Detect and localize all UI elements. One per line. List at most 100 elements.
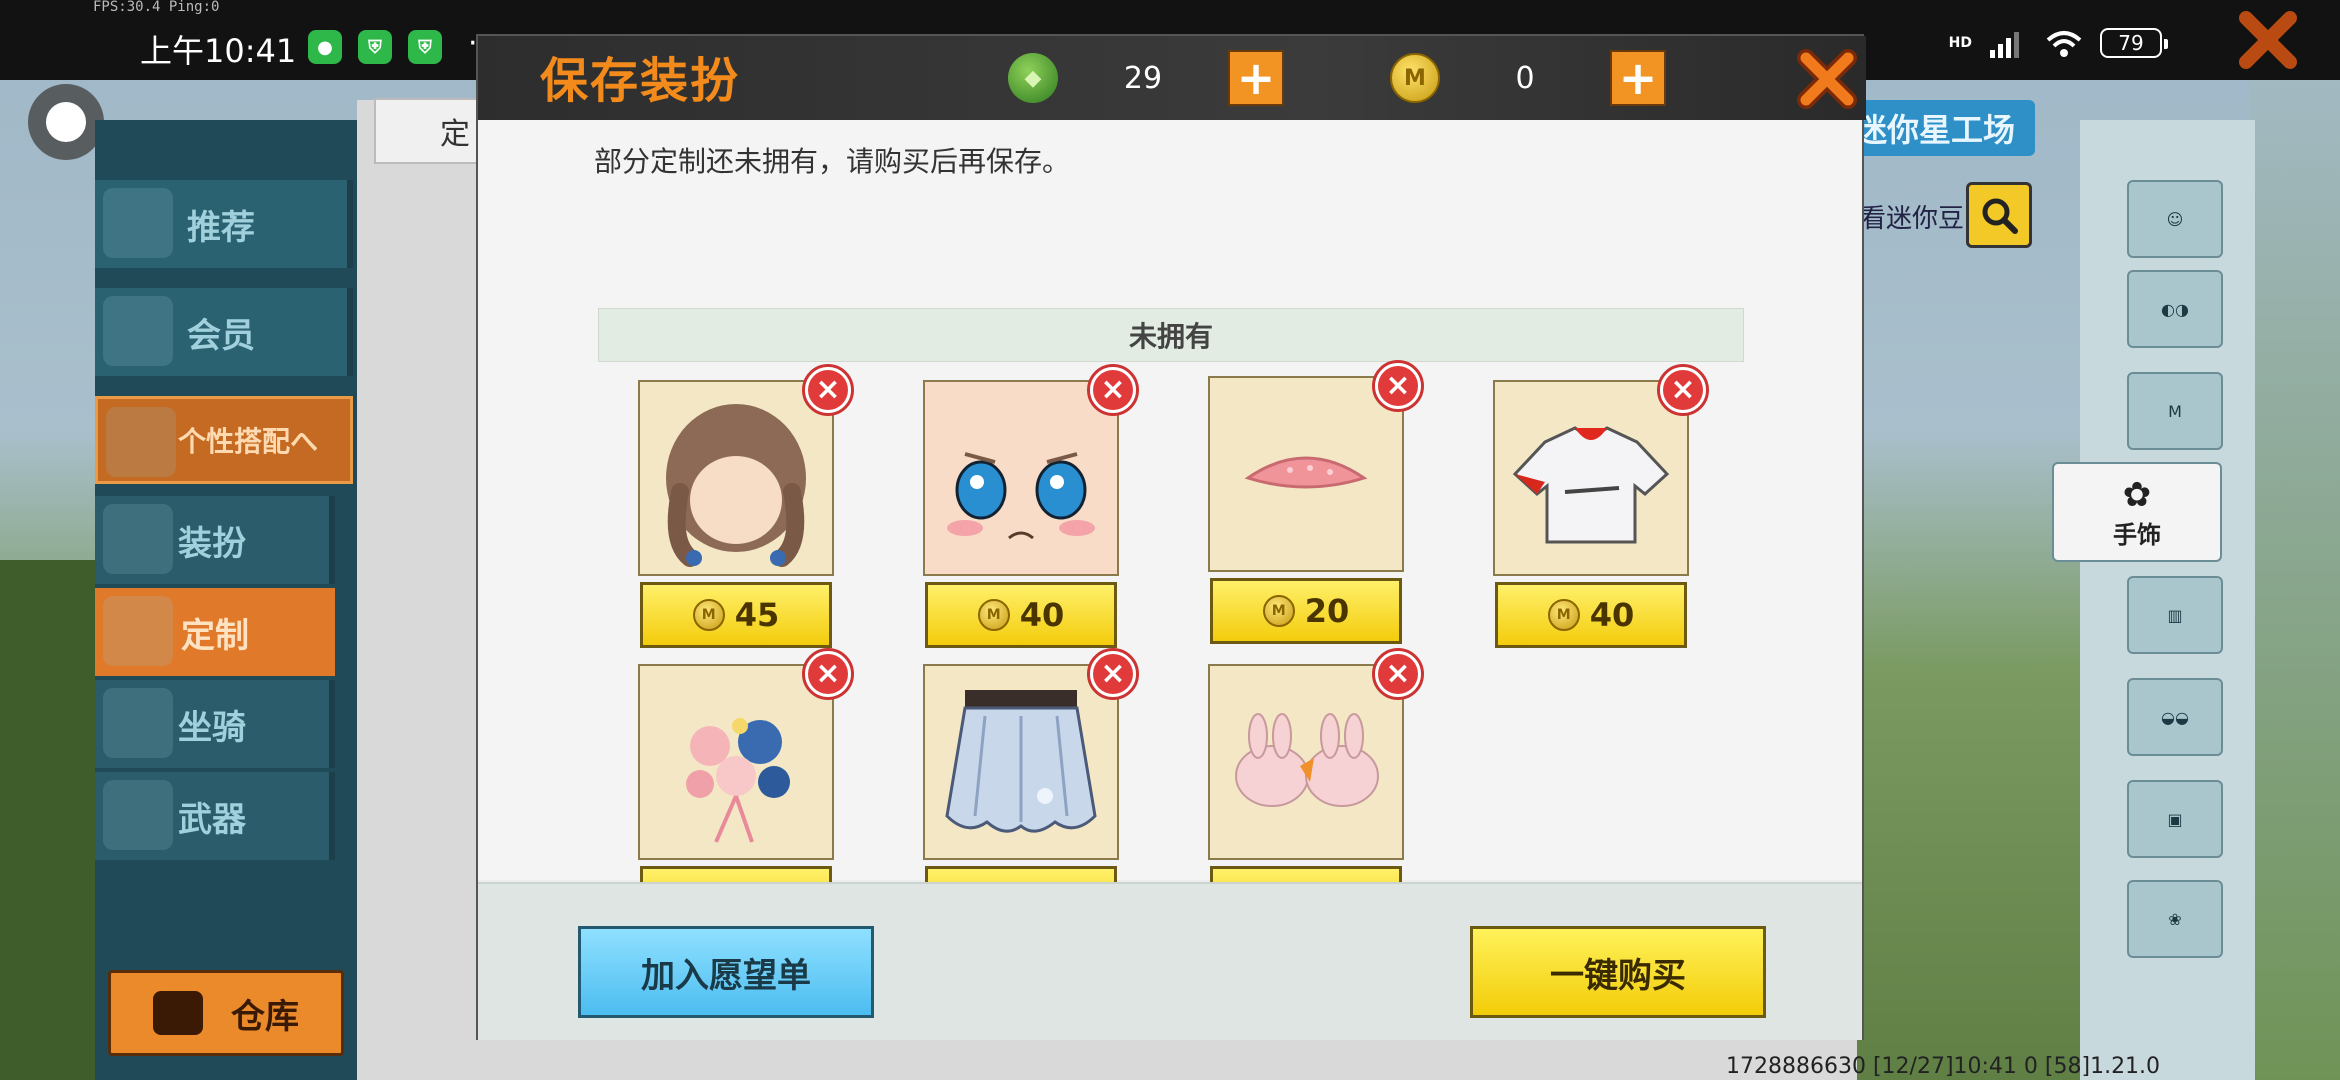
nav-weapon-label: 武器 (178, 799, 246, 840)
add-gem-button[interactable]: + (1228, 50, 1284, 106)
coin-icon: M (692, 599, 725, 631)
outfit-icon (103, 504, 173, 574)
category-pet-button[interactable]: ❀ (2127, 880, 2223, 958)
item-price-button[interactable]: M 20 (1210, 578, 1402, 644)
hair-icon (666, 404, 806, 567)
item-card: × M 40 (1493, 364, 1709, 660)
nav-outfit[interactable]: 装扮 (95, 496, 335, 584)
remove-item-button[interactable]: × (1372, 360, 1424, 412)
item-thumbnail (638, 380, 834, 576)
item-thumbnail (638, 664, 834, 860)
shirt-item-icon (1512, 426, 1670, 544)
search-button[interactable] (1966, 182, 2032, 248)
nav-member[interactable]: 会员 (95, 288, 353, 376)
remove-item-button[interactable]: × (1087, 364, 1139, 416)
face-category-icon: ☺ (2166, 209, 2184, 229)
wifi-icon (2046, 31, 2082, 57)
nav-custom-label: 定制 (181, 615, 249, 656)
category-face-button[interactable]: ☺ (2127, 180, 2223, 258)
item-thumbnail (1208, 664, 1404, 860)
category-backpack-button[interactable]: ▣ (2127, 780, 2223, 858)
save-outfit-dialog: 保存装扮 ◆ 29 + M 0 + 部分定制还未拥有，请购买后再保存。 未拥有 (476, 34, 1866, 1040)
search-label: 看迷你豆 (1860, 204, 1965, 234)
nav-recommend[interactable]: 推荐 (95, 180, 353, 268)
shoes-icon: ◒◒ (2161, 707, 2189, 727)
dialog-title: 保存装扮 (540, 53, 741, 109)
gun-icon (103, 780, 173, 850)
scene-terrain-right (2250, 0, 2340, 1080)
remove-item-button[interactable]: × (1657, 364, 1709, 416)
wechat-icon: ● (308, 30, 342, 64)
section-title: 未拥有 (1128, 320, 1213, 353)
warehouse-label: 仓库 (231, 996, 299, 1037)
item-thumbnail (1493, 380, 1689, 576)
mask-icon: ◐◑ (2161, 299, 2189, 319)
bandage-icon (1244, 456, 1368, 489)
shop-tab[interactable]: 定 (374, 98, 484, 164)
category-hand-accessory-button[interactable]: ✿ 手饰 (2052, 462, 2222, 562)
category-top-button[interactable]: M (2127, 372, 2223, 450)
face-icon (925, 382, 1117, 574)
add-to-wishlist-button[interactable]: 加入愿望单 (578, 926, 874, 1018)
category-mask-button[interactable]: ◐◑ (2127, 270, 2223, 348)
hand-accessory-icon: ✿ (2122, 474, 2152, 515)
item-price-button[interactable]: M 40 (1495, 582, 1687, 648)
battery-level: 79 (2118, 31, 2144, 55)
add-coin-button[interactable]: + (1610, 50, 1666, 106)
version-info: 1728886630 [12/27]10:41 0 [58]1.21.0 (1726, 1054, 2161, 1079)
scene-terrain-left (0, 560, 95, 1080)
battery-icon: 79 (2100, 28, 2168, 58)
category-shoes-button[interactable]: ◒◒ (2127, 678, 2223, 756)
coin-value: 0 (1515, 60, 1535, 96)
shop-tab-label: 定 (440, 117, 470, 152)
remove-item-button[interactable]: × (802, 648, 854, 700)
nav-custom[interactable]: 定制 (95, 588, 335, 676)
remove-item-button[interactable]: × (1087, 648, 1139, 700)
hd-signal-icon: HD (1948, 35, 1972, 51)
left-navigation: 推荐 会员 个性搭配へ 装扮 定制 坐骑 武器 (95, 120, 357, 1080)
dialog-body: 部分定制还未拥有，请购买后再保存。 未拥有 × M 45 × M 40 × M … (478, 120, 1862, 932)
fps-readout: FPS:30.4 Ping:0 (93, 0, 220, 15)
coin-icon: M (1547, 599, 1580, 631)
coin-icon: M (1390, 53, 1440, 103)
category-pants-button[interactable]: ▥ (2127, 576, 2223, 654)
dialog-header: 保存装扮 ◆ 29 + M 0 + (478, 36, 1866, 120)
item-thumbnail (923, 380, 1119, 576)
nav-mount[interactable]: 坐骑 (95, 680, 335, 768)
buy-all-button[interactable]: 一键购买 (1470, 926, 1766, 1018)
nav-weapon[interactable]: 武器 (95, 772, 335, 860)
gem-value: 29 (1123, 60, 1163, 96)
item-price-button[interactable]: M 45 (640, 582, 832, 648)
chest-icon (153, 991, 203, 1035)
mount-icon (103, 688, 173, 758)
item-price: 20 (1304, 592, 1350, 630)
dialog-close-icon[interactable] (1792, 44, 1862, 114)
remove-item-button[interactable]: × (1372, 648, 1424, 700)
mini-star-workshop-button[interactable]: 迷你星工场 (1845, 100, 2035, 156)
shield-app-icon-2: ⛨ (408, 30, 442, 64)
item-thumbnail (923, 664, 1119, 860)
nav-personal-style-group[interactable]: 个性搭配へ (95, 396, 353, 484)
background-close-icon[interactable] (2236, 8, 2300, 72)
backpack-icon: ▣ (2167, 809, 2183, 829)
item-card: × M 40 (923, 364, 1139, 660)
signal-icon (1990, 32, 2019, 58)
warehouse-button[interactable]: 仓库 (108, 970, 344, 1056)
nav-member-label: 会员 (187, 315, 255, 356)
item-price: 40 (1019, 596, 1065, 634)
workshop-label: 迷你星工场 (1854, 111, 2015, 149)
nav-outfit-label: 装扮 (178, 523, 246, 564)
shield-app-icon: ⛨ (358, 30, 392, 64)
thumbs-up-icon (103, 188, 173, 258)
buy-all-label: 一键购买 (1550, 955, 1686, 996)
skirt-icon (945, 690, 1097, 833)
floating-assistant-button[interactable] (28, 84, 104, 160)
remove-item-button[interactable]: × (802, 364, 854, 416)
item-price: 40 (1589, 596, 1635, 634)
status-right-cluster: HD 79 (1948, 28, 2168, 58)
dialog-notice: 部分定制还未拥有，请购买后再保存。 (594, 145, 1071, 178)
bunny-slippers-icon (1235, 713, 1379, 807)
gem-currency: ◆ 29 + (1008, 48, 1284, 108)
nav-recommend-label: 推荐 (187, 207, 255, 248)
item-price-button[interactable]: M 40 (925, 582, 1117, 648)
